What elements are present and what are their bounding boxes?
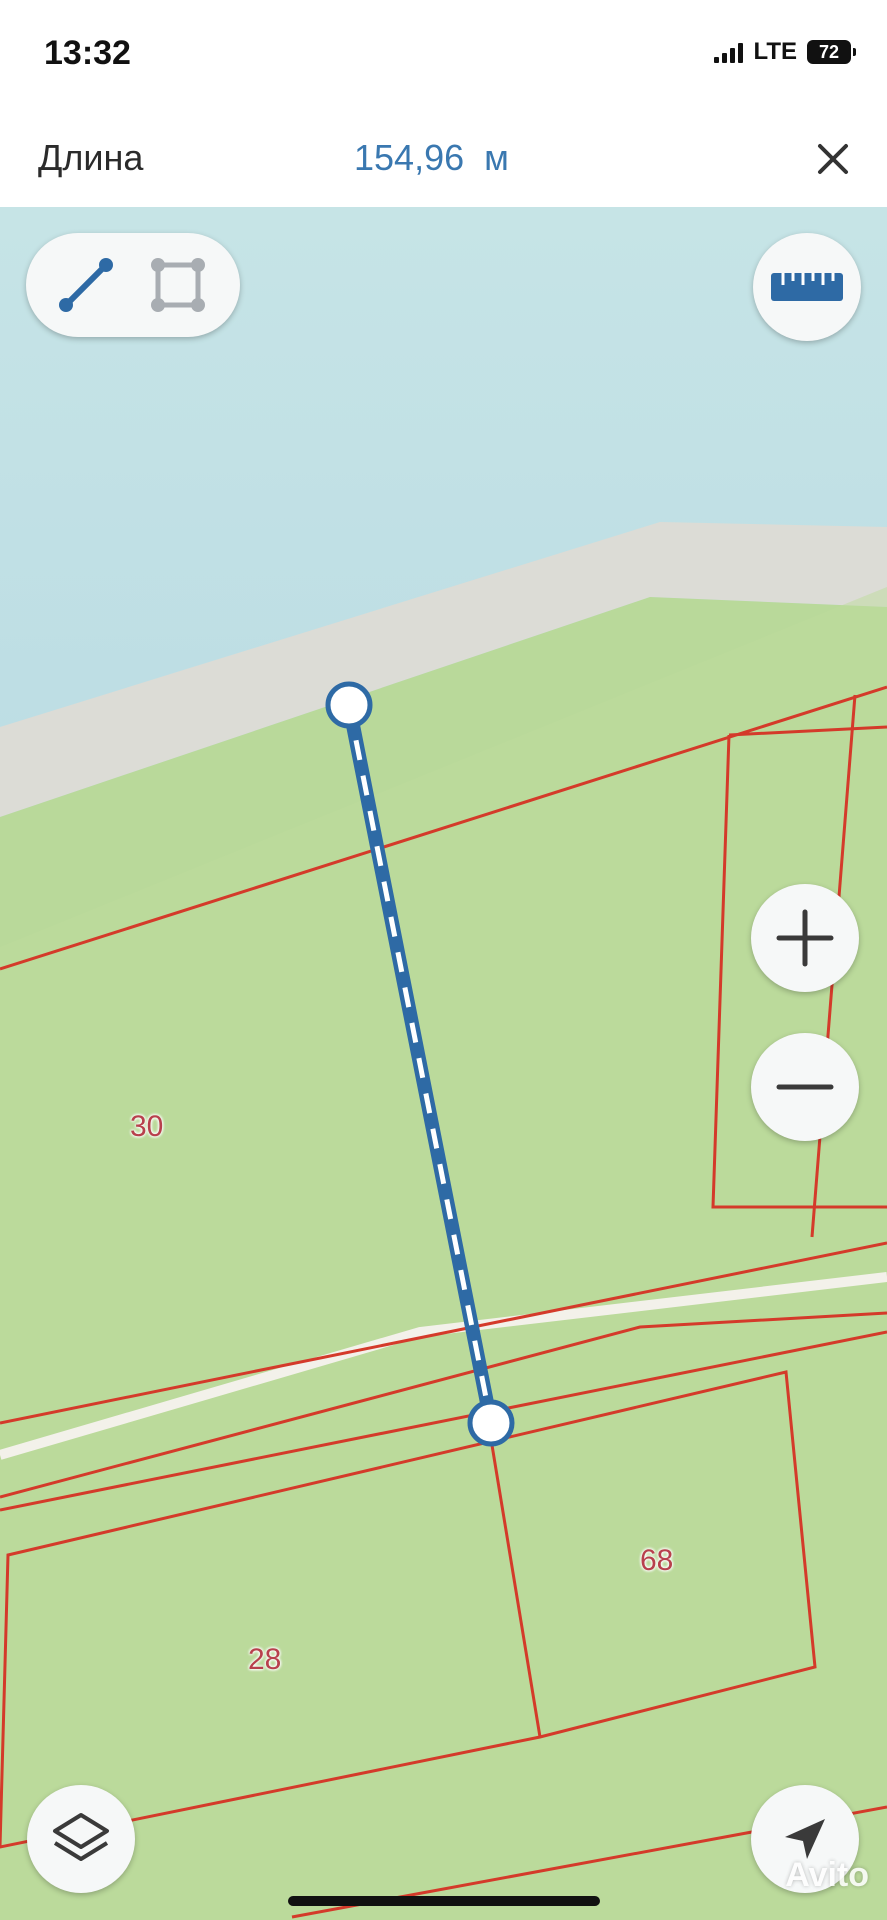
minus-icon (776, 1084, 834, 1090)
area-measure-icon (151, 258, 205, 312)
battery-icon: 72 (807, 40, 856, 64)
parcel-label-28: 28 (248, 1643, 282, 1676)
measure-number: 154,96 (354, 137, 465, 178)
measure-mode-toggle (26, 233, 240, 337)
map-canvas[interactable] (0, 207, 887, 1920)
watermark: Avito (785, 1856, 869, 1894)
parcel-label-68: 68 (640, 1544, 674, 1577)
ruler-icon (771, 273, 843, 301)
parcel-label-30: 30 (130, 1110, 164, 1143)
status-bar: 13:32 LTE 72 (0, 0, 887, 115)
network-type: LTE (753, 38, 797, 65)
close-icon (818, 144, 848, 174)
plus-icon (776, 909, 834, 967)
status-time: 13:32 (44, 34, 131, 72)
zoom-in-button[interactable] (751, 884, 859, 992)
home-indicator (288, 1896, 600, 1906)
zoom-out-button[interactable] (751, 1033, 859, 1141)
area-mode-button[interactable] (140, 247, 216, 323)
battery-level: 72 (818, 41, 840, 62)
measure-header: Длина 154,96 м (0, 115, 887, 208)
layers-button[interactable] (27, 1785, 135, 1893)
signal-icon (714, 41, 744, 63)
measure-end-point (467, 1399, 515, 1447)
ruler-button[interactable] (753, 233, 861, 341)
measure-value: 154,96 м (354, 137, 509, 179)
measure-start-point (325, 681, 373, 729)
layers-icon (53, 1813, 109, 1861)
line-mode-button[interactable] (48, 247, 124, 323)
measure-label: Длина (38, 137, 144, 178)
status-icons: LTE 72 (714, 38, 856, 66)
close-button[interactable] (805, 131, 861, 187)
measure-unit: м (484, 137, 509, 178)
line-measure-icon (59, 258, 113, 312)
map-view[interactable]: 30 68 28 (0, 207, 887, 1920)
